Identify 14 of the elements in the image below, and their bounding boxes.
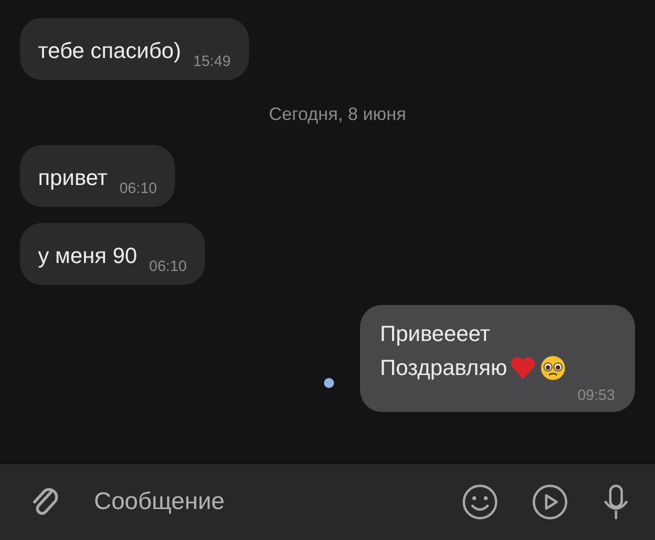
- message-input[interactable]: Сообщение: [92, 487, 429, 517]
- message-time: 06:10: [119, 180, 158, 197]
- message-time: 06:10: [149, 258, 187, 275]
- message-text: тебе спасибо): [38, 37, 182, 65]
- message-text: у меня 90: [38, 242, 138, 270]
- pleading-face-icon: [539, 354, 568, 382]
- message-time: 15:49: [193, 53, 231, 70]
- date-separator: Сегодня, 8 июня: [268, 104, 406, 125]
- message-text: Поздравляю: [380, 354, 508, 382]
- message-time: 09:53: [577, 387, 615, 404]
- play-icon[interactable]: [531, 483, 569, 521]
- message-text: Привеееет: [380, 320, 490, 348]
- message-text: привет: [38, 164, 108, 192]
- smiley-icon[interactable]: [461, 483, 499, 521]
